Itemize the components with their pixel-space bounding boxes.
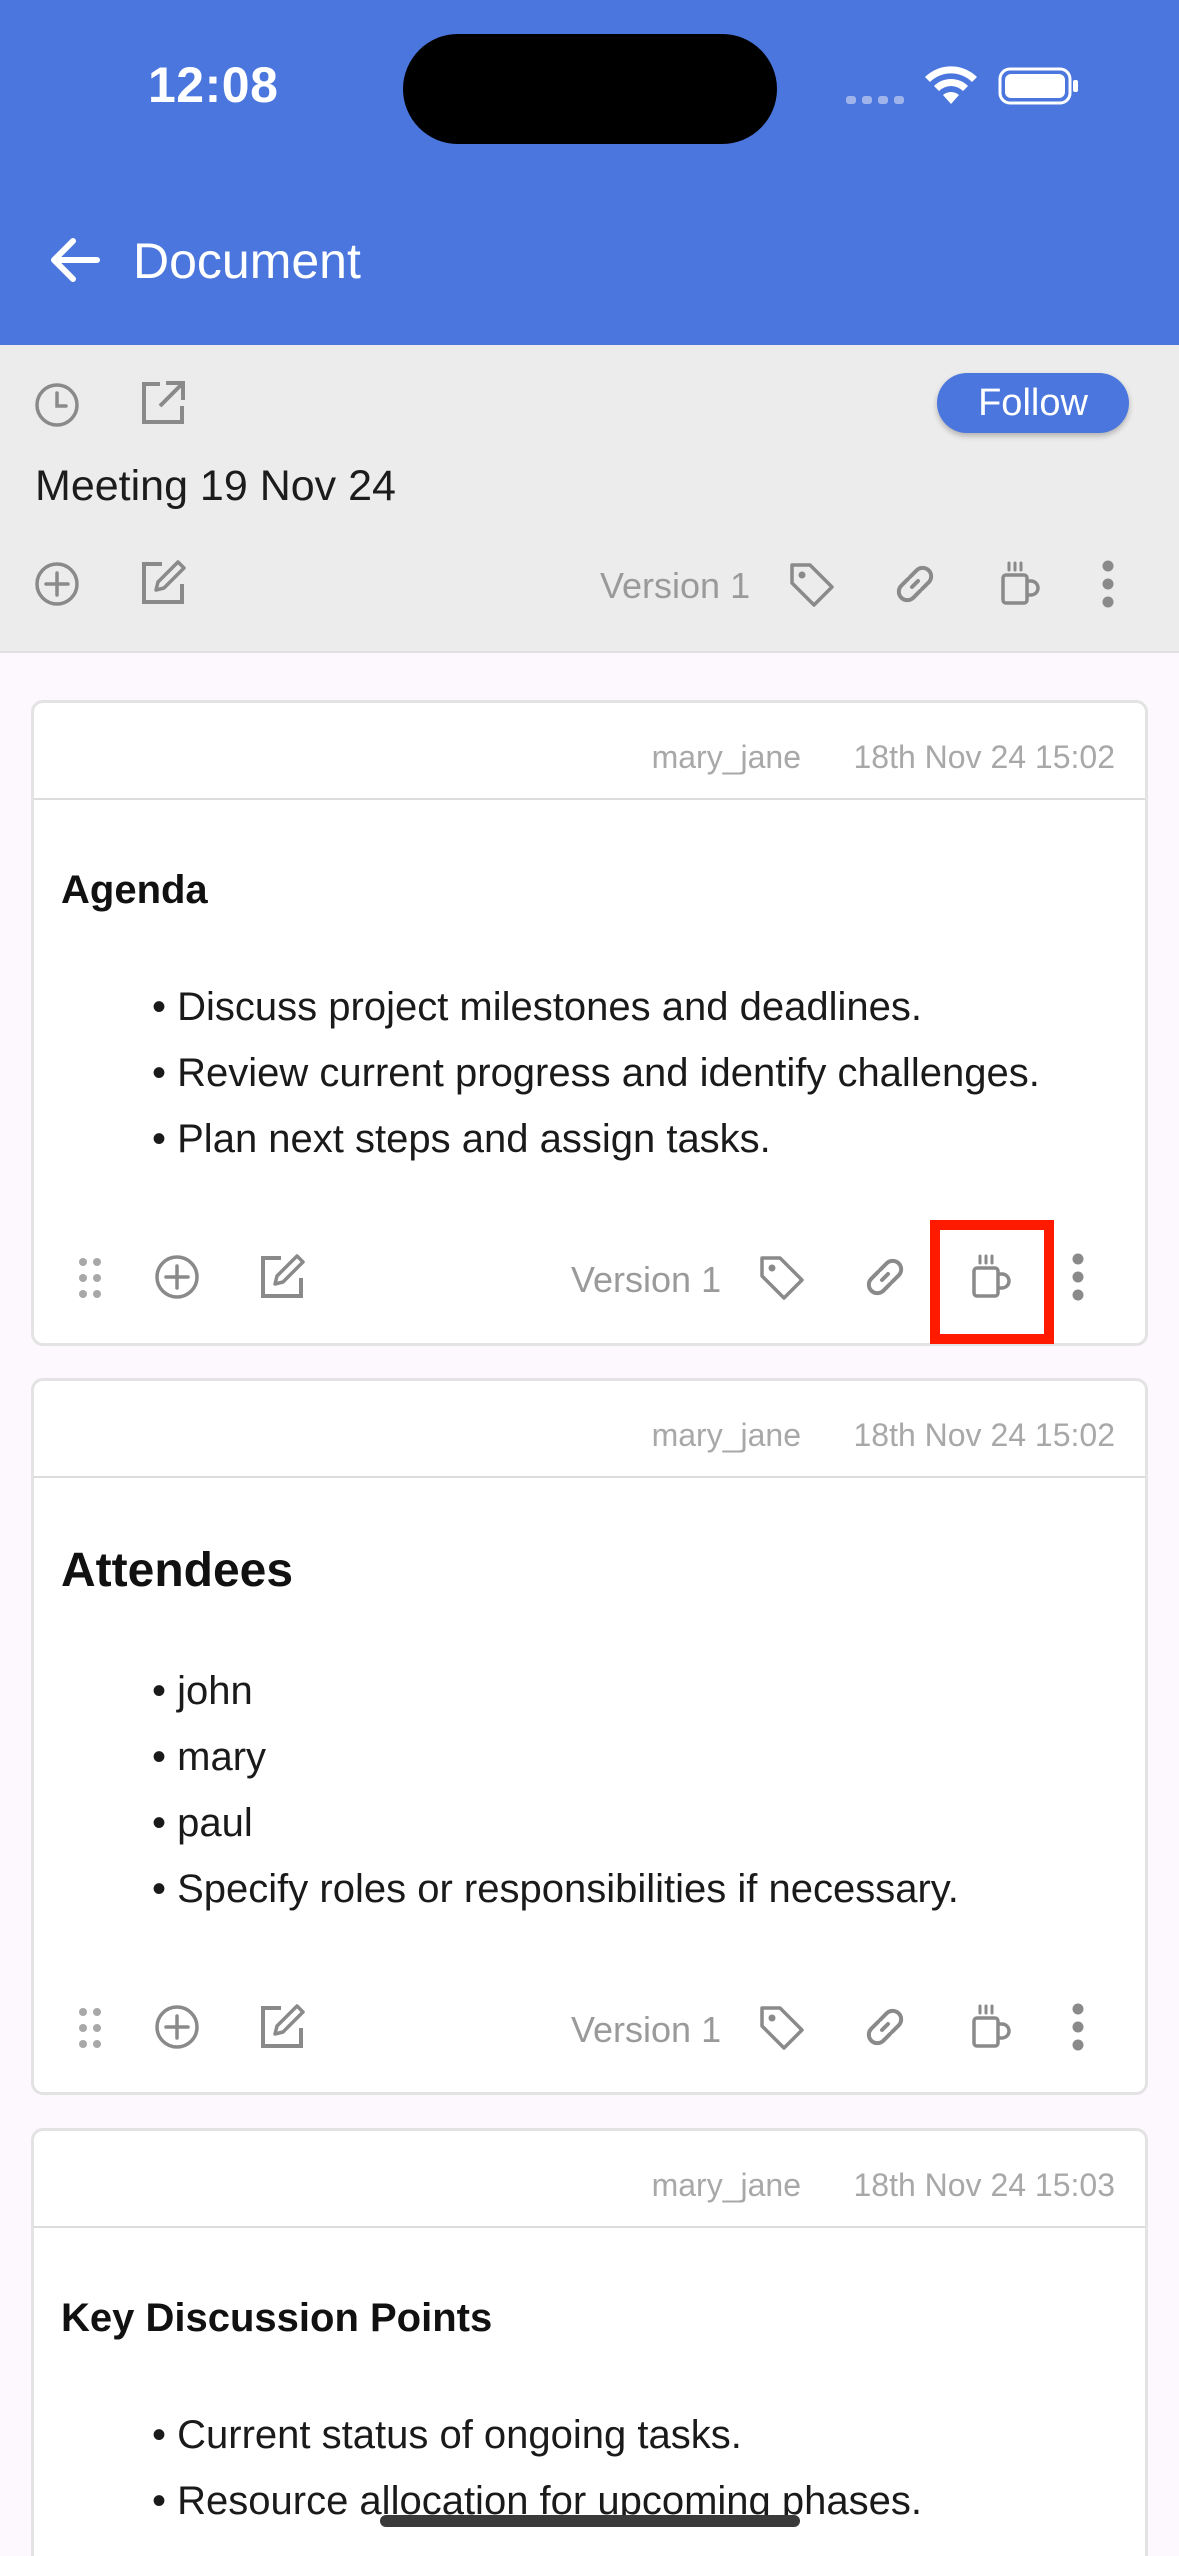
- card-date: 18th Nov 24 15:02: [853, 1417, 1115, 1453]
- tag-button[interactable]: [753, 1999, 809, 2055]
- app-screen: 12:08 Document Follow Meeting 19 Nov 24 …: [0, 0, 1179, 2556]
- mug-button[interactable]: [963, 1999, 1019, 2055]
- card-heading: Attendees: [61, 1544, 294, 1597]
- add-block-button[interactable]: [150, 2000, 204, 2054]
- card-meta: mary_jane 18th Nov 24 15:02: [34, 1381, 1145, 1478]
- tag-button[interactable]: [783, 556, 839, 612]
- version-label[interactable]: Version 1: [571, 2009, 721, 2051]
- link-icon: [866, 1258, 904, 1296]
- page-title: Document: [133, 233, 361, 289]
- link-button[interactable]: [857, 1249, 913, 1305]
- edit-button[interactable]: [135, 555, 191, 611]
- arrow-left-icon: [51, 238, 100, 282]
- card-date: 18th Nov 24 15:02: [853, 739, 1115, 775]
- home-indicator: [380, 2515, 800, 2527]
- add-circle-icon: [155, 2005, 199, 2049]
- list-item: Discuss project milestones and deadlines…: [152, 974, 1040, 1040]
- list-item: Plan next steps and assign tasks.: [152, 1106, 1040, 1172]
- mug-button[interactable]: [992, 556, 1048, 612]
- drag-handle-icon: [79, 1258, 101, 1298]
- battery-icon: [998, 67, 1078, 105]
- more-options-button[interactable]: [1090, 556, 1126, 612]
- list-item: paul: [152, 1790, 959, 1856]
- link-icon: [866, 2008, 904, 2046]
- more-vertical-icon: [1072, 2003, 1084, 2051]
- edit-icon: [142, 560, 186, 604]
- clock-icon: [35, 383, 79, 427]
- tag-icon: [760, 2006, 804, 2050]
- list-item: mary: [152, 1724, 959, 1790]
- drag-handle[interactable]: [70, 2002, 110, 2054]
- wifi-icon: [925, 66, 977, 104]
- more-options-button[interactable]: [1060, 1999, 1096, 2055]
- tag-icon: [760, 1256, 804, 1300]
- bullet-list: john mary paul Specify roles or responsi…: [152, 1658, 959, 1922]
- list-item: john: [152, 1658, 959, 1724]
- document-name: Meeting 19 Nov 24: [35, 462, 396, 510]
- tag-icon: [790, 563, 834, 607]
- cellular-signal-icon: [846, 96, 904, 104]
- card-meta: mary_jane 18th Nov 24 15:03: [34, 2131, 1145, 2228]
- drag-handle-icon: [79, 2008, 101, 2048]
- add-circle-icon: [35, 562, 79, 606]
- follow-button[interactable]: Follow: [937, 373, 1129, 433]
- more-vertical-icon: [1102, 560, 1114, 608]
- version-label[interactable]: Version 1: [600, 565, 750, 607]
- link-button[interactable]: [857, 1999, 913, 2055]
- list-item: Review current progress and identify cha…: [152, 1040, 1040, 1106]
- bullet-list: Discuss project milestones and deadlines…: [152, 974, 1040, 1172]
- content-card: mary_jane 18th Nov 24 15:02 Attendees jo…: [31, 1378, 1148, 2095]
- card-author: mary_jane: [651, 2167, 801, 2203]
- more-vertical-icon: [1072, 1253, 1084, 1301]
- add-circle-icon: [155, 1255, 199, 1299]
- open-external-button[interactable]: [135, 375, 191, 431]
- version-label[interactable]: Version 1: [571, 1259, 721, 1301]
- edit-icon: [261, 1254, 305, 1298]
- open-in-new-icon: [142, 381, 185, 424]
- drag-handle[interactable]: [70, 1252, 110, 1304]
- back-button[interactable]: [40, 228, 110, 292]
- edit-button[interactable]: [254, 1999, 310, 2055]
- status-time: 12:08: [148, 57, 279, 113]
- card-meta: mary_jane 18th Nov 24 15:02: [34, 703, 1145, 800]
- more-options-button[interactable]: [1060, 1249, 1096, 1305]
- link-button[interactable]: [887, 556, 943, 612]
- edit-button[interactable]: [254, 1249, 310, 1305]
- card-author: mary_jane: [651, 739, 801, 775]
- mug-icon: [972, 2004, 1011, 2048]
- add-block-button[interactable]: [30, 557, 84, 611]
- link-icon: [896, 565, 934, 603]
- card-author: mary_jane: [651, 1417, 801, 1453]
- card-date: 18th Nov 24 15:03: [853, 2167, 1115, 2203]
- card-heading: Key Discussion Points: [61, 2296, 493, 2340]
- tag-button[interactable]: [753, 1249, 809, 1305]
- history-button[interactable]: [30, 378, 84, 432]
- list-item: Current status of ongoing tasks.: [152, 2402, 922, 2468]
- app-bar: 12:08 Document: [0, 0, 1179, 345]
- dynamic-island: [403, 34, 777, 144]
- list-item: Specify roles or responsibilities if nec…: [152, 1856, 959, 1922]
- highlight-box: [930, 1220, 1054, 1344]
- edit-icon: [261, 2004, 305, 2048]
- content-card: mary_jane 18th Nov 24 15:03 Key Discussi…: [31, 2128, 1148, 2556]
- mug-icon: [1001, 561, 1040, 605]
- add-block-button[interactable]: [150, 1250, 204, 1304]
- card-heading: Agenda: [61, 868, 208, 912]
